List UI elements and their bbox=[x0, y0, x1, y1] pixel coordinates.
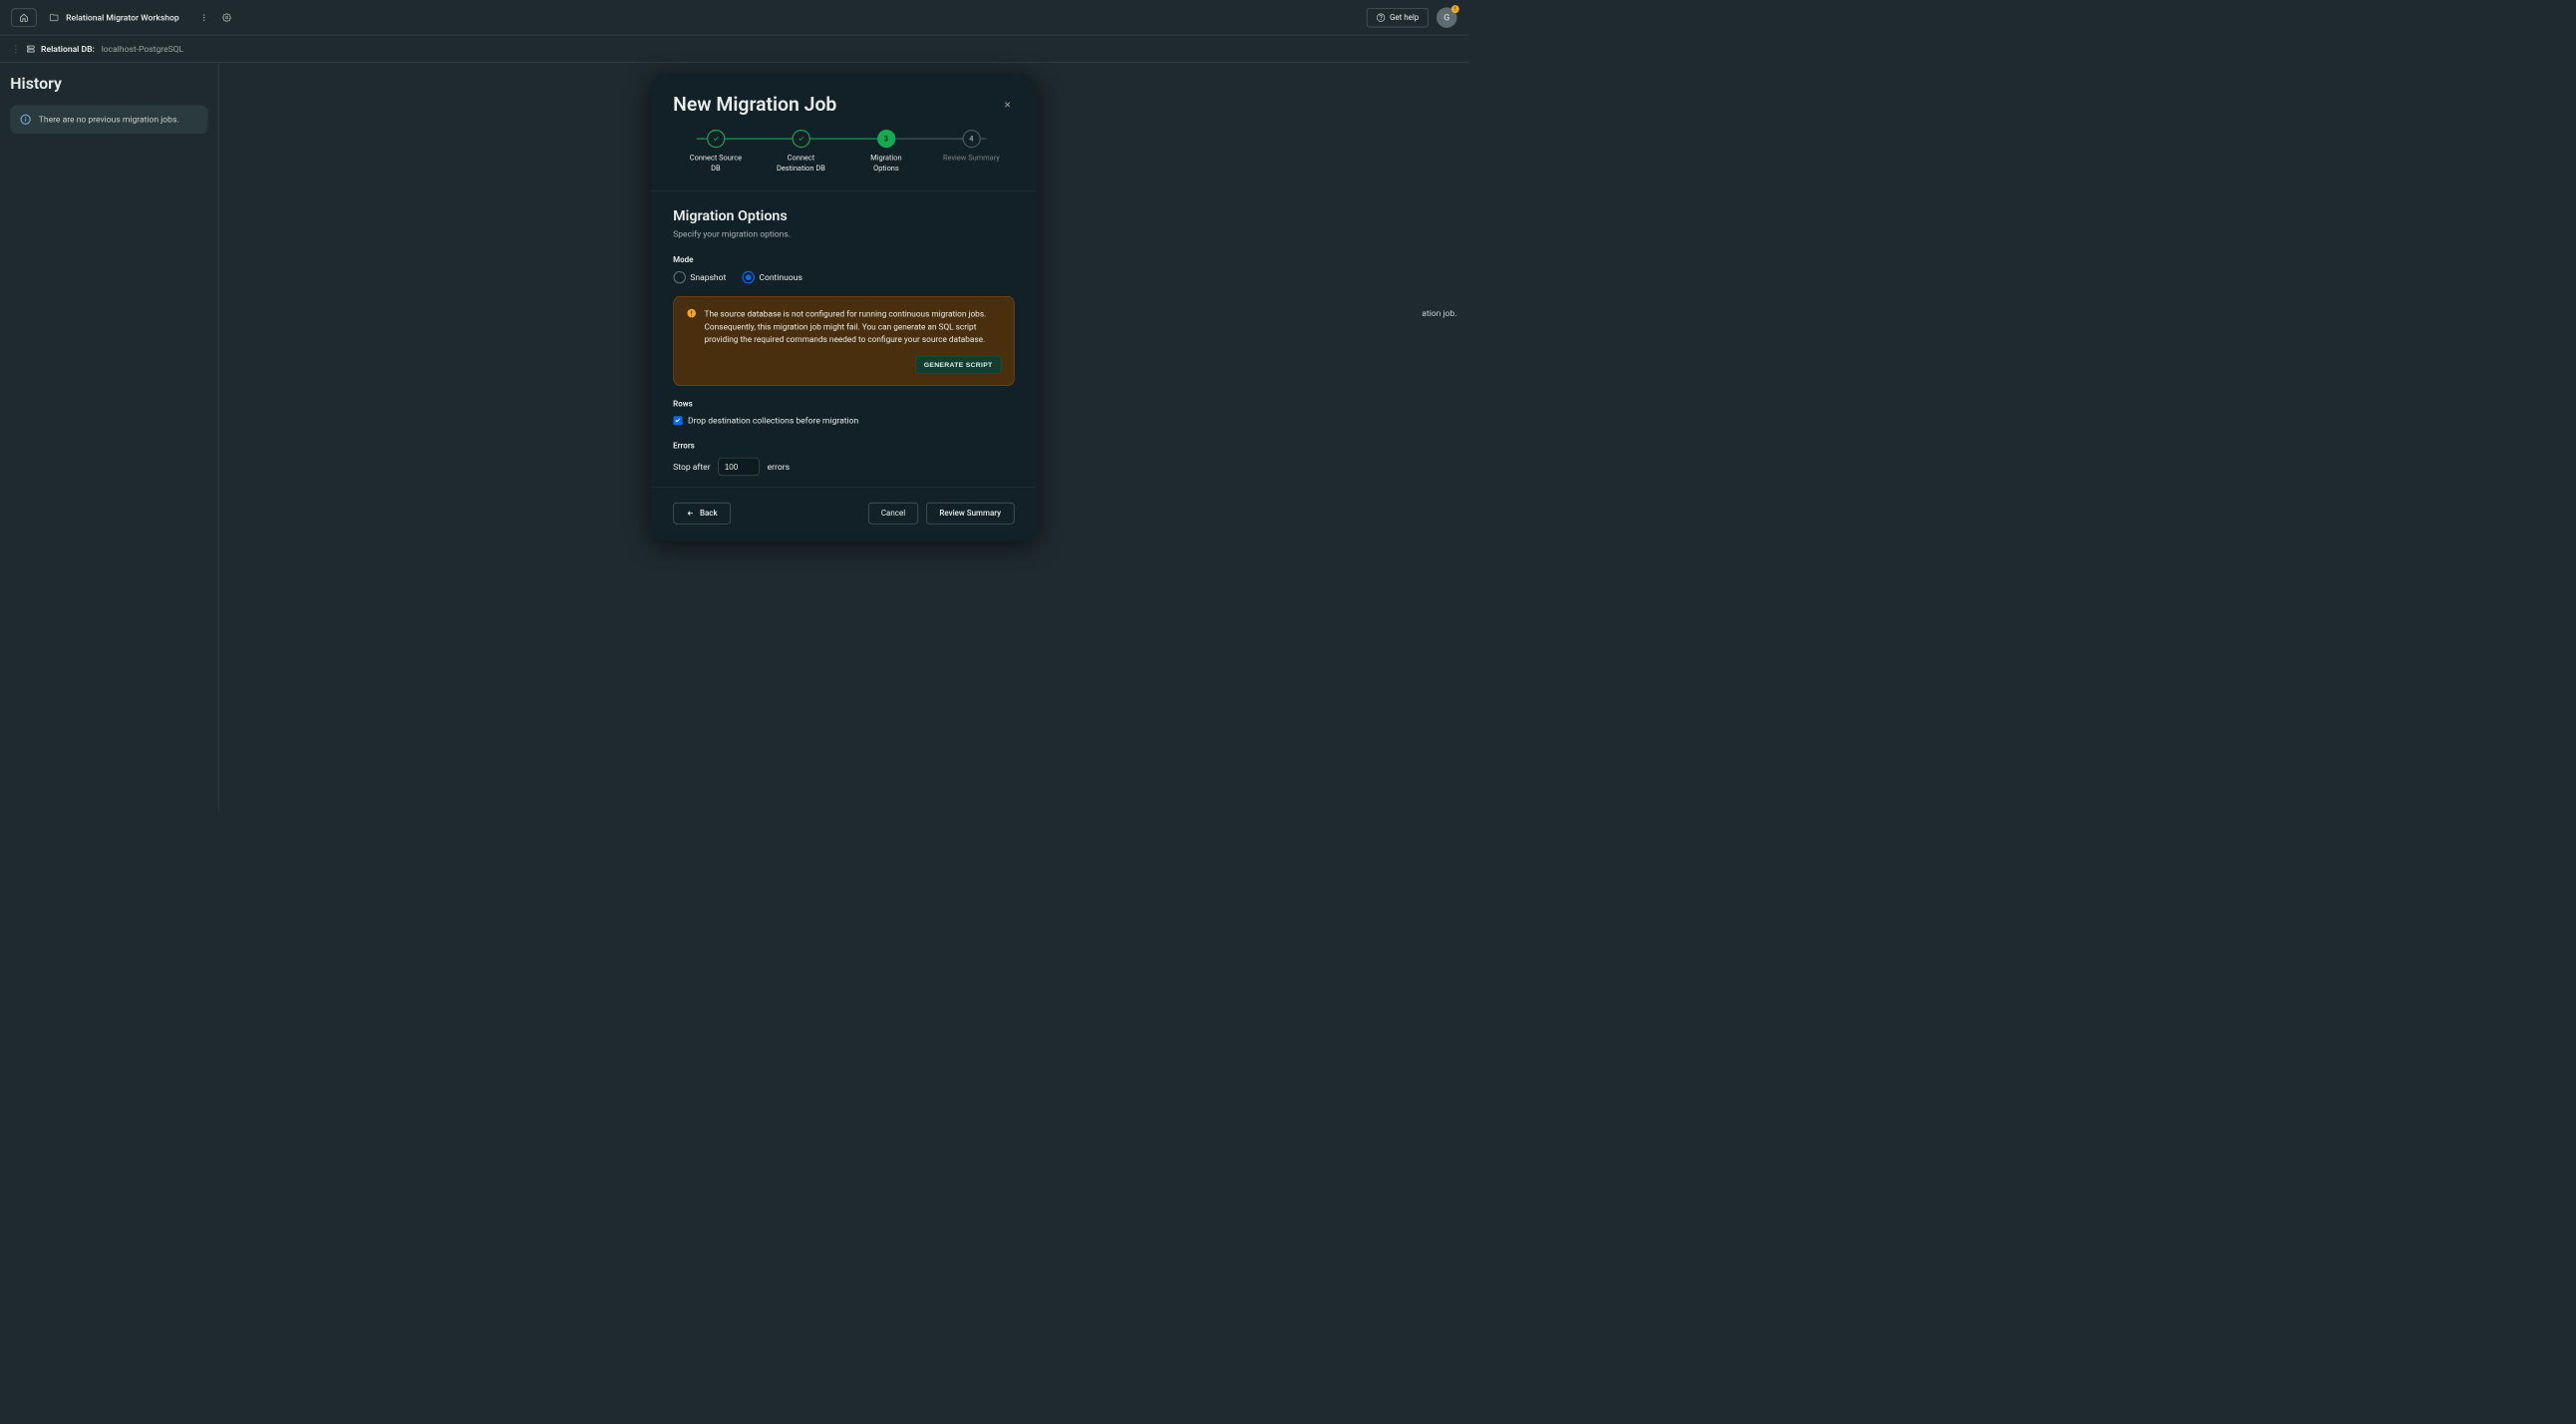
step-label: Connect Source DB bbox=[687, 154, 744, 174]
gear-icon bbox=[222, 13, 231, 22]
warning-icon bbox=[686, 308, 696, 318]
database-icon bbox=[26, 44, 35, 53]
main-content: ation job. New Migration Job bbox=[218, 63, 1467, 812]
checkbox-icon bbox=[673, 416, 682, 425]
stop-after-input[interactable] bbox=[719, 458, 760, 476]
mode-continuous-radio[interactable]: Continuous bbox=[742, 271, 803, 284]
relational-db-value: localhost-PostgreSQL bbox=[102, 44, 183, 54]
modal-backdrop: New Migration Job Connect Source DB bbox=[218, 63, 1467, 812]
review-summary-button[interactable]: Review Summary bbox=[926, 503, 1014, 525]
check-icon bbox=[798, 136, 805, 143]
home-button[interactable] bbox=[11, 8, 36, 26]
info-icon: i bbox=[21, 115, 31, 125]
history-panel: History i There are no previous migratio… bbox=[0, 63, 218, 812]
back-button[interactable]: Back bbox=[673, 503, 731, 525]
generate-script-button[interactable]: GENERATE SCRIPT bbox=[915, 356, 1001, 374]
new-migration-job-modal: New Migration Job Connect Source DB bbox=[650, 74, 1037, 540]
project-title: Relational Migrator Workshop bbox=[66, 12, 179, 22]
arrow-left-icon bbox=[686, 509, 694, 517]
folder-icon bbox=[49, 12, 59, 22]
radio-icon bbox=[673, 271, 686, 284]
top-bar: Relational Migrator Workshop Get help G … bbox=[0, 0, 1468, 35]
cancel-button[interactable]: Cancel bbox=[868, 503, 919, 525]
close-icon bbox=[1003, 100, 1012, 109]
back-label: Back bbox=[700, 509, 718, 518]
step-label: Review Summary bbox=[943, 154, 1000, 164]
avatar[interactable]: G ! bbox=[1437, 7, 1457, 28]
notification-badge-icon: ! bbox=[1451, 5, 1459, 13]
checkbox-label: Drop destination collections before migr… bbox=[688, 415, 858, 425]
check-icon bbox=[712, 136, 719, 143]
avatar-initial: G bbox=[1444, 12, 1449, 23]
history-title: History bbox=[10, 74, 207, 93]
errors-label: Errors bbox=[673, 442, 1014, 451]
warning-text: The source database is not configured fo… bbox=[705, 308, 1002, 346]
rows-label: Rows bbox=[673, 399, 1014, 408]
stepper: Connect Source DB Connect Destination DB… bbox=[650, 130, 1037, 191]
step-review-summary: 4 Review Summary bbox=[929, 130, 1015, 174]
step-number: 3 bbox=[877, 130, 895, 148]
radio-label: Snapshot bbox=[690, 272, 726, 282]
step-label: Connect Destination DB bbox=[773, 154, 829, 174]
home-icon bbox=[19, 13, 28, 22]
get-help-label: Get help bbox=[1390, 13, 1419, 22]
relational-db-label: Relational DB: bbox=[41, 44, 95, 54]
empty-history-info: i There are no previous migration jobs. bbox=[10, 105, 207, 134]
section-title: Migration Options bbox=[673, 208, 1014, 225]
stop-after-label: Stop after bbox=[673, 462, 710, 472]
connection-bar: ⋮ Relational DB: localhost-PostgreSQL bbox=[0, 35, 1468, 62]
close-button[interactable] bbox=[1000, 98, 1014, 112]
mode-snapshot-radio[interactable]: Snapshot bbox=[673, 271, 726, 284]
step-migration-options: 3 Migration Options bbox=[843, 130, 929, 174]
get-help-button[interactable]: Get help bbox=[1367, 8, 1429, 27]
errors-suffix: errors bbox=[768, 462, 790, 472]
empty-history-text: There are no previous migration jobs. bbox=[39, 115, 179, 125]
more-button[interactable] bbox=[195, 8, 213, 26]
step-connect-destination: Connect Destination DB bbox=[759, 130, 844, 174]
drop-collections-checkbox[interactable]: Drop destination collections before migr… bbox=[673, 415, 1014, 425]
radio-icon bbox=[742, 271, 755, 284]
settings-button[interactable] bbox=[217, 8, 235, 26]
step-number: 4 bbox=[962, 130, 980, 148]
more-vertical-icon bbox=[199, 13, 208, 22]
drag-handle-icon[interactable]: ⋮ bbox=[11, 43, 20, 54]
warning-box: The source database is not configured fo… bbox=[673, 296, 1014, 386]
radio-label: Continuous bbox=[759, 272, 802, 282]
step-connect-source: Connect Source DB bbox=[673, 130, 759, 174]
modal-title: New Migration Job bbox=[673, 93, 836, 116]
step-label: Migration Options bbox=[857, 154, 914, 174]
help-icon bbox=[1376, 13, 1385, 22]
section-subtitle: Specify your migration options. bbox=[673, 229, 1014, 239]
mode-label: Mode bbox=[673, 255, 1014, 264]
